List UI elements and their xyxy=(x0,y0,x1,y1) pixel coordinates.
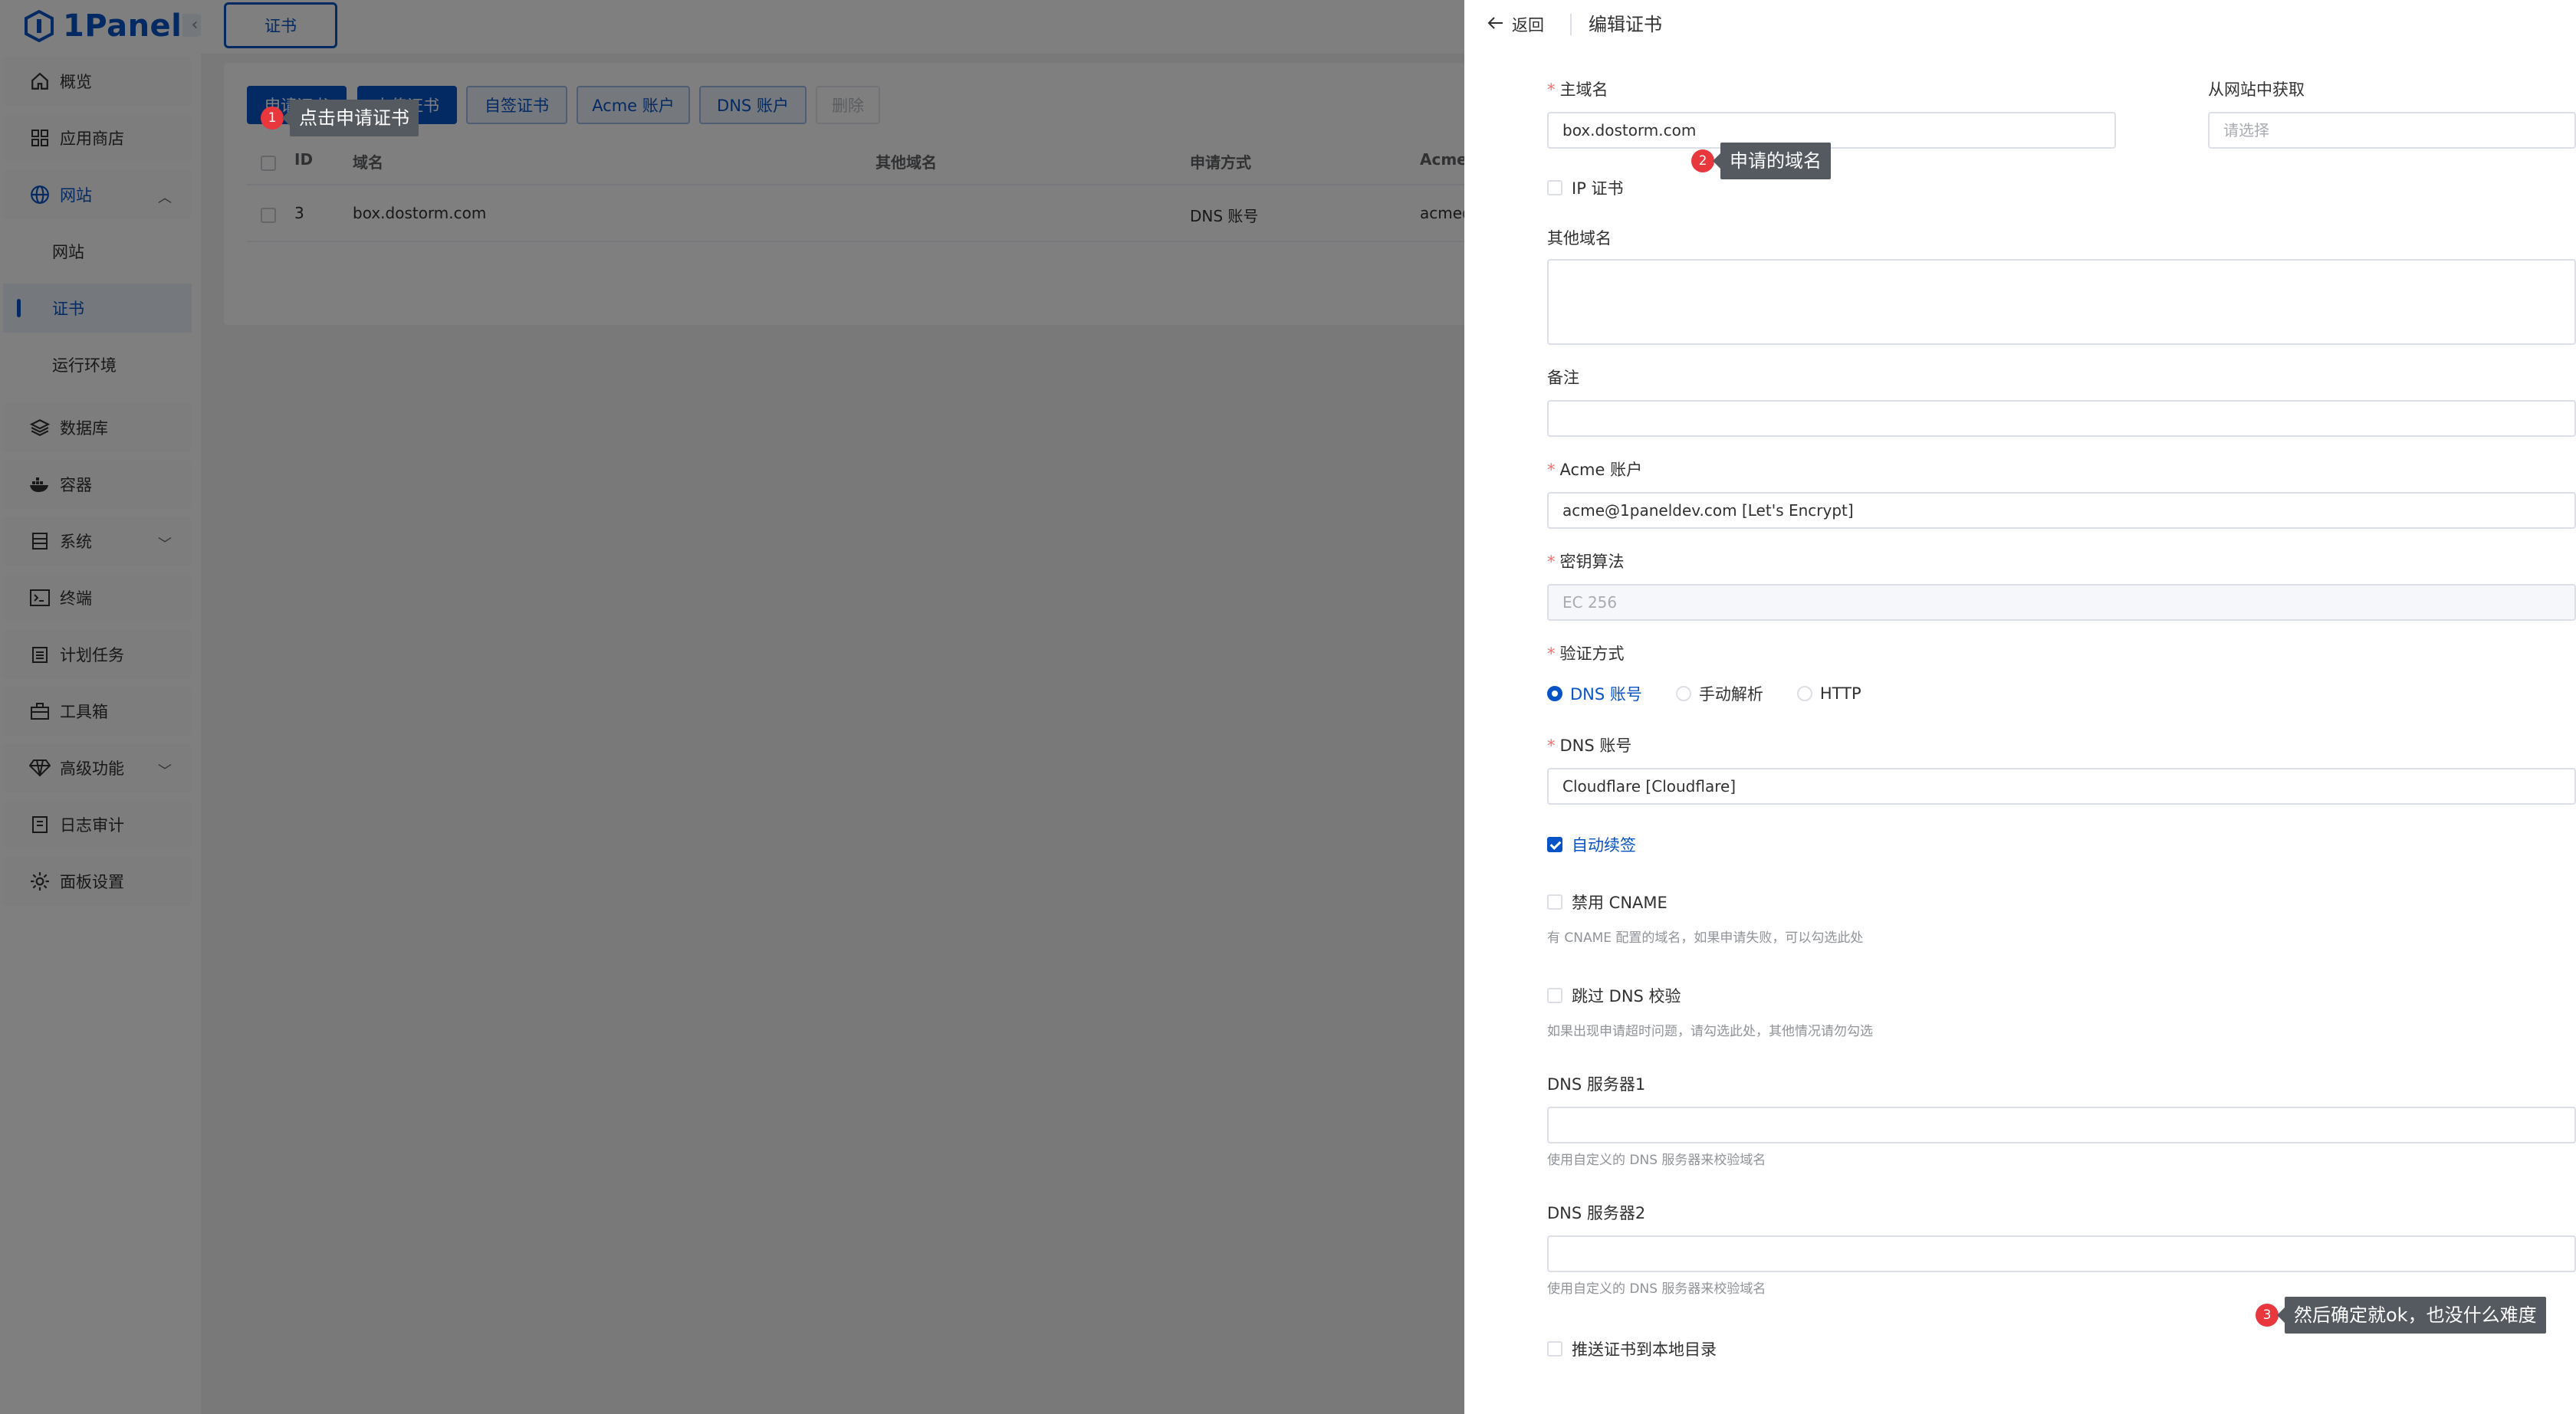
annotation-number: 3 xyxy=(2256,1304,2279,1327)
radio-dot xyxy=(1796,686,1812,701)
annotation-text: 然后确定就ok，也没什么难度 xyxy=(2277,1297,2546,1334)
radio-manual-resolve[interactable]: 手动解析 xyxy=(1675,682,1763,705)
checkbox-label: IP 证书 xyxy=(1572,179,1624,198)
annotation-text: 点击申请证书 xyxy=(282,100,419,136)
back-label: 返回 xyxy=(1512,16,1544,34)
checkbox-box xyxy=(1547,1341,1562,1357)
arrow-left-icon xyxy=(1487,15,1504,34)
checkbox-label: 推送证书到本地目录 xyxy=(1572,1340,1717,1359)
disable-cname-checkbox[interactable]: 禁用 CNAME xyxy=(1547,891,1668,914)
checkbox-label: 跳过 DNS 校验 xyxy=(1572,987,1681,1006)
checkbox-box xyxy=(1547,988,1562,1003)
annotation-number: 2 xyxy=(1691,149,1714,172)
radio-dns-account[interactable]: DNS 账号 xyxy=(1547,682,1642,705)
checkbox-label: 禁用 CNAME xyxy=(1572,894,1668,912)
header-divider xyxy=(1570,14,1572,35)
skip-dns-check-checkbox[interactable]: 跳过 DNS 校验 xyxy=(1547,984,1681,1007)
from-website-select[interactable]: 请选择 xyxy=(2208,112,2576,149)
drawer-header: 返回 编辑证书 xyxy=(1464,0,2576,49)
primary-domain-label: * 主域名 xyxy=(1547,80,1608,99)
key-algorithm-label: * 密钥算法 xyxy=(1547,553,1625,571)
modal-overlay[interactable] xyxy=(0,0,1464,1414)
dns-server2-input[interactable] xyxy=(1547,1235,2576,1272)
auto-renew-checkbox[interactable]: 自动续签 xyxy=(1547,833,1636,856)
other-domains-label: 其他域名 xyxy=(1547,229,1612,248)
key-algorithm-select[interactable]: EC 256 xyxy=(1547,584,2576,621)
acme-account-select[interactable]: acme@1paneldev.com [Let's Encrypt] xyxy=(1547,492,2576,529)
remark-label: 备注 xyxy=(1547,369,1579,387)
annotation-step-2: 2 申请的域名 xyxy=(1691,143,1831,179)
other-domains-textarea[interactable] xyxy=(1547,259,2576,345)
drawer-title: 编辑证书 xyxy=(1589,14,1662,35)
checkbox-box xyxy=(1547,837,1562,852)
radio-label: HTTP xyxy=(1819,684,1861,703)
annotation-step-1: 1 点击申请证书 xyxy=(261,100,419,136)
annotation-number: 1 xyxy=(261,107,284,130)
push-local-checkbox[interactable]: 推送证书到本地目录 xyxy=(1547,1337,1717,1360)
ip-cert-checkbox[interactable]: IP 证书 xyxy=(1547,176,1624,199)
annotation-text: 申请的域名 xyxy=(1713,143,1831,179)
radio-label: DNS 账号 xyxy=(1570,685,1642,704)
dns-server2-label: DNS 服务器2 xyxy=(1547,1204,1646,1222)
dns-server1-hint: 使用自定义的 DNS 服务器来校验域名 xyxy=(1547,1153,1766,1168)
checkbox-box xyxy=(1547,894,1562,910)
primary-domain-input[interactable]: box.dostorm.com xyxy=(1547,112,2116,149)
checkbox-label: 自动续签 xyxy=(1572,836,1636,855)
skip-dns-check-hint: 如果出现申请超时问题，请勾选此处，其他情况请勿勾选 xyxy=(1547,1024,1873,1039)
dns-server2-hint: 使用自定义的 DNS 服务器来校验域名 xyxy=(1547,1281,1766,1297)
remark-input[interactable] xyxy=(1547,400,2576,437)
checkbox-box xyxy=(1547,180,1562,195)
disable-cname-hint: 有 CNAME 配置的域名，如果申请失败，可以勾选此处 xyxy=(1547,930,1864,946)
verify-method-radio-group: DNS 账号 手动解析 HTTP xyxy=(1547,681,1895,707)
dns-account-select[interactable]: Cloudflare [Cloudflare] xyxy=(1547,768,2576,805)
radio-label: 手动解析 xyxy=(1698,685,1763,704)
acme-account-label: * Acme 账户 xyxy=(1547,461,1643,479)
back-button[interactable]: 返回 xyxy=(1487,11,1544,38)
edit-certificate-drawer: 返回 编辑证书 * 主域名 box.dostorm.com 从网站中获取 请选择 … xyxy=(1464,0,2576,1414)
verify-method-label: * 验证方式 xyxy=(1547,645,1625,663)
dns-server1-input[interactable] xyxy=(1547,1107,2576,1143)
radio-dot xyxy=(1675,686,1691,701)
dns-account-label: * DNS 账号 xyxy=(1547,737,1632,755)
radio-dot xyxy=(1547,686,1562,701)
dns-server1-label: DNS 服务器1 xyxy=(1547,1075,1646,1094)
annotation-step-3: 3 然后确定就ok，也没什么难度 xyxy=(2256,1297,2546,1334)
radio-http[interactable]: HTTP xyxy=(1796,684,1861,703)
from-website-label: 从网站中获取 xyxy=(2208,80,2305,99)
